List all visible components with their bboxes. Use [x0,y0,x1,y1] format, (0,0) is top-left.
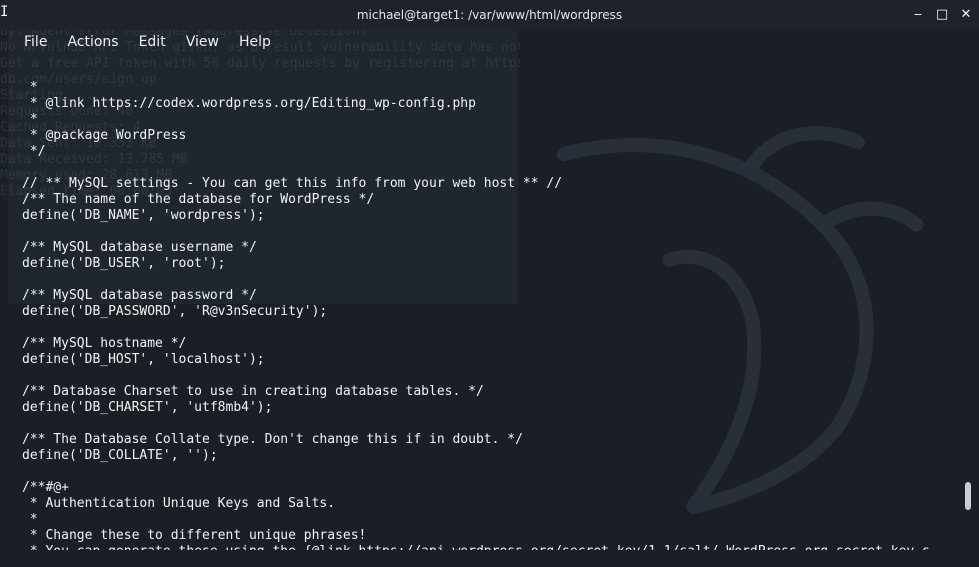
menu-view[interactable]: View [176,30,229,54]
terminal-output[interactable]: * * @link https://codex.wordpress.org/Ed… [22,80,957,550]
terminal-line: * Authentication Unique Keys and Salts. [22,496,336,511]
terminal-line: /** The name of the database for WordPre… [22,192,375,207]
terminal-line: define('DB_CHARSET', 'utf8mb4'); [22,400,273,415]
terminal-line: define('DB_COLLATE', ''); [22,448,218,463]
terminal-line: define('DB_USER', 'root'); [22,256,226,271]
terminal-line: /** The Database Collate type. Don't cha… [22,432,523,447]
terminal-line: define('DB_NAME', 'wordpress'); [22,208,265,223]
terminal-line: /** MySQL database password */ [22,288,257,303]
menu-bar: File Actions Edit View Help [0,28,979,56]
window-title: michael@target1: /var/www/html/wordpress [356,8,623,22]
menu-edit[interactable]: Edit [129,30,176,54]
terminal-line: define('DB_HOST', 'localhost'); [22,352,265,367]
menu-actions[interactable]: Actions [57,30,128,54]
minimize-button[interactable]: ‒ [911,6,925,24]
terminal-line: /** MySQL database username */ [22,240,257,255]
scrollbar[interactable] [963,60,973,558]
menu-help[interactable]: Help [229,30,281,54]
terminal-line: /**#@+ [22,480,69,495]
terminal-line: * @link https://codex.wordpress.org/Edit… [22,96,476,111]
close-button[interactable]: ✕ [959,6,973,24]
terminal-line: /** Database Charset to use in creating … [22,384,484,399]
terminal-line: */ [22,144,46,159]
terminal-line: // ** MySQL settings - You can get this … [22,176,563,191]
background-text-line: Get a free API token with 50 daily reque… [0,56,520,71]
terminal-line: * [22,112,38,127]
terminal-line: * [22,80,38,95]
terminal-line: define('DB_PASSWORD', 'R@v3nSecurity'); [22,304,328,319]
terminal-line: * [22,512,38,527]
terminal-window: Author-ID Brute Forcing - Author Pattern… [0,0,979,567]
terminal-line: * You can generate these using the {@lin… [22,544,957,550]
maximize-button[interactable]: □ [935,6,949,24]
terminal-line: * Change these to different unique phras… [22,528,367,543]
terminal-line: /** MySQL hostname */ [22,336,187,351]
scrollbar-thumb[interactable] [965,482,971,510]
menu-file[interactable]: File [14,30,57,54]
terminal-line: * @package WordPress [22,128,187,143]
window-controls: ‒ □ ✕ [911,6,973,24]
